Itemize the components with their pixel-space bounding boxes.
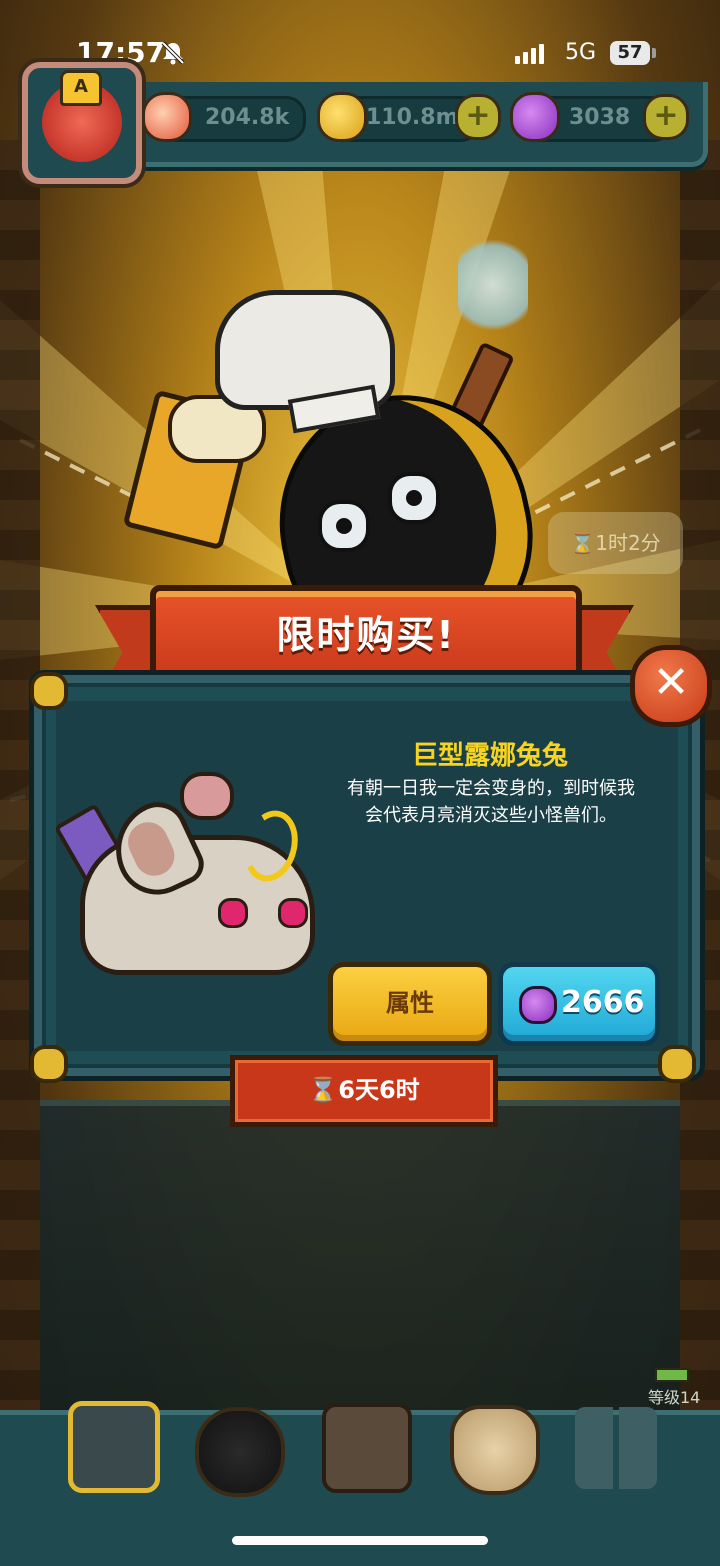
pupil xyxy=(336,518,352,534)
monster-eye-right xyxy=(388,472,440,524)
money-bag-icon[interactable] xyxy=(450,1405,540,1495)
potion-icon xyxy=(519,986,557,1024)
home-indicator[interactable] xyxy=(232,1536,488,1545)
network-type: 5G xyxy=(565,40,597,65)
offer-banner-title: 限时购买! xyxy=(276,613,456,657)
lower-room xyxy=(40,1100,680,1426)
close-button[interactable]: ✕ xyxy=(630,645,712,727)
battery-tip xyxy=(652,48,656,58)
book-icon[interactable] xyxy=(322,1403,412,1493)
potion-icon xyxy=(510,92,560,142)
monster-icon[interactable] xyxy=(195,1407,285,1497)
potions-amount: 3038 xyxy=(569,105,631,130)
item-description-line: 有朝一日我一定会变身的，到时候我 xyxy=(347,778,635,799)
rank-badge: A xyxy=(60,70,102,106)
monster-eye-left xyxy=(318,500,370,552)
panel-corner-ornament xyxy=(658,1045,696,1083)
small-mouse xyxy=(180,772,234,820)
item-description-line: 会代表月亮消灭这些小怪兽们。 xyxy=(365,805,617,826)
attributes-button[interactable]: 属性 xyxy=(328,962,492,1046)
bell-muted-icon xyxy=(161,41,185,65)
background-timer: ⌛1时2分 xyxy=(548,512,683,574)
panel-corner-ornament xyxy=(30,1045,68,1083)
add-potions-button[interactable]: + xyxy=(643,94,689,140)
buy-button[interactable]: 2666 xyxy=(498,962,660,1046)
pupil xyxy=(406,490,422,506)
player-level: 等级14 xyxy=(648,1388,701,1407)
rabbit-ear-inner xyxy=(121,815,181,883)
eyes-amount: 204.8k xyxy=(205,105,290,130)
grid-menu-icon[interactable] xyxy=(575,1407,657,1489)
item-description: 有朝一日我一定会变身的，到时候我 会代表月亮消灭这些小怪兽们。 xyxy=(328,775,654,829)
rabbit-eye xyxy=(278,898,308,928)
battery-indicator: 57 xyxy=(610,41,650,65)
offer-countdown: ⌛6天6时 xyxy=(230,1055,498,1127)
panel-corner-ornament xyxy=(30,672,68,710)
eyeball-icon xyxy=(142,92,192,142)
coin-icon xyxy=(317,92,367,142)
item-name: 巨型露娜兔兔 xyxy=(411,741,568,771)
add-coins-button[interactable]: + xyxy=(455,94,501,140)
buy-price: 2666 xyxy=(561,985,645,1020)
offer-banner: 限时购买! xyxy=(150,585,582,687)
coins-amount: 110.8m xyxy=(366,105,459,130)
player-avatar[interactable]: A xyxy=(22,62,142,184)
signal-bars-icon xyxy=(515,44,547,64)
level-progress-bar xyxy=(655,1368,689,1382)
rabbit-eye xyxy=(218,898,248,928)
cigar-smoke xyxy=(458,230,528,340)
shop-icon[interactable] xyxy=(68,1401,160,1493)
